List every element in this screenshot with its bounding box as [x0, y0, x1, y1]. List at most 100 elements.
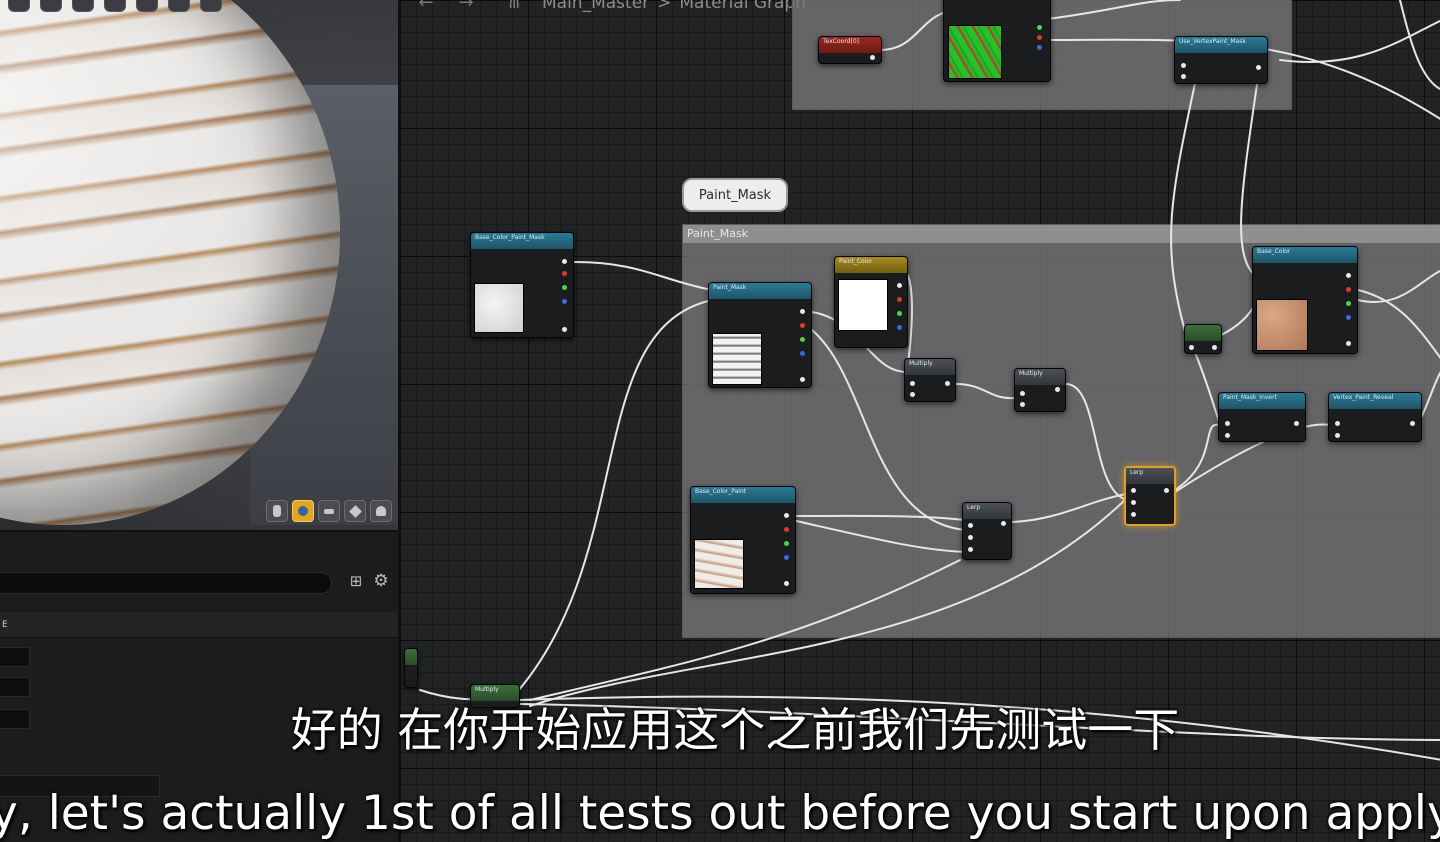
reroute-node[interactable] [404, 648, 418, 688]
forward-arrow-icon[interactable]: → [454, 0, 478, 12]
output-pin[interactable] [562, 327, 567, 332]
paint-mask-node[interactable]: Paint_Mask [708, 282, 812, 388]
output-pin[interactable] [784, 541, 789, 546]
input-pin[interactable] [1335, 433, 1340, 438]
vertex-paint-reveal-node[interactable]: Vertex_Paint_Reveal [1328, 392, 1422, 442]
input-pin[interactable] [1181, 63, 1186, 68]
viewport-tool-button[interactable] [104, 0, 126, 12]
multiply-node[interactable]: Multiply [1014, 368, 1066, 412]
output-pin[interactable] [784, 527, 789, 532]
node-title: Paint_Mask [709, 283, 811, 299]
details-field[interactable] [0, 647, 30, 667]
input-pin[interactable] [910, 381, 915, 386]
output-pin[interactable] [562, 285, 567, 290]
output-pin[interactable] [784, 555, 789, 560]
output-pin[interactable] [784, 513, 789, 518]
viewport-tool-button[interactable] [40, 0, 62, 12]
comment-bubble[interactable]: Paint_Mask [682, 178, 788, 212]
input-pin[interactable] [1020, 402, 1025, 407]
input-pin[interactable] [1225, 421, 1230, 426]
output-pin[interactable] [1037, 25, 1042, 30]
gear-icon[interactable]: ⚙ [372, 572, 390, 590]
input-pin[interactable] [1020, 391, 1025, 396]
breadcrumb-item[interactable]: Main_Master [542, 0, 649, 13]
cube-icon [348, 504, 362, 518]
output-pin[interactable] [1037, 35, 1042, 40]
output-pin[interactable] [897, 283, 902, 288]
plane-shape-button[interactable] [318, 500, 340, 522]
cube-shape-button[interactable] [344, 500, 366, 522]
details-field[interactable] [0, 677, 30, 697]
viewport-tool-button[interactable] [200, 0, 222, 12]
output-pin[interactable] [800, 337, 805, 342]
input-pin[interactable] [1131, 512, 1136, 517]
input-pin[interactable] [968, 547, 973, 552]
details-section-header[interactable]: E [0, 612, 398, 638]
input-pin[interactable] [910, 392, 915, 397]
output-pin[interactable] [562, 299, 567, 304]
cylinder-shape-button[interactable] [266, 500, 288, 522]
output-pin[interactable] [1346, 273, 1351, 278]
input-pin[interactable] [1131, 500, 1136, 505]
base-color-paint-node[interactable]: Base_Color_Paint [690, 486, 796, 594]
switch-node[interactable] [1184, 324, 1222, 354]
viewport-tool-button[interactable] [168, 0, 190, 12]
breadcrumb-item[interactable]: Material Graph [679, 0, 806, 13]
subtitle-english: y, let's actually 1st of all tests out b… [0, 786, 1440, 841]
output-pin[interactable] [1164, 488, 1169, 493]
output-pin[interactable] [1346, 287, 1351, 292]
output-pin[interactable] [897, 325, 902, 330]
lerp-node-selected[interactable]: Lerp [1124, 466, 1176, 526]
back-arrow-icon[interactable]: ← [414, 0, 438, 12]
subtitle-chinese: 好的 在你开始应用这个之前我们先测试一下 [290, 703, 1180, 757]
base-color-node[interactable]: Base_Color [1252, 246, 1358, 354]
grid-icon[interactable]: ⊞ [348, 573, 364, 589]
output-pin[interactable] [897, 297, 902, 302]
input-pin[interactable] [1131, 488, 1136, 493]
output-pin[interactable] [784, 581, 789, 586]
input-pin[interactable] [1335, 421, 1340, 426]
input-pin[interactable] [968, 535, 973, 540]
output-pin[interactable] [1256, 65, 1261, 70]
custom-mesh-button[interactable] [370, 500, 392, 522]
details-search-input[interactable] [0, 572, 332, 594]
output-pin[interactable] [800, 377, 805, 382]
viewport-tool-button[interactable] [72, 0, 94, 12]
output-pin[interactable] [1212, 345, 1217, 350]
viewport-tool-button[interactable] [136, 0, 158, 12]
input-pin[interactable] [968, 523, 973, 528]
output-pin[interactable] [1346, 301, 1351, 306]
output-pin[interactable] [945, 381, 950, 386]
use-vertex-paint-node[interactable]: Use_VertexPaint_Mask [1174, 36, 1268, 84]
material-preview-viewport[interactable] [0, 0, 398, 530]
texture-sample-node-top[interactable] [943, 0, 1051, 82]
output-pin[interactable] [1037, 45, 1042, 50]
paint-mask-invert-node[interactable]: Paint_Mask_Invert [1218, 392, 1306, 442]
output-pin[interactable] [1294, 421, 1299, 426]
comment-box-title[interactable]: Paint_Mask [683, 225, 1440, 243]
output-pin[interactable] [1001, 521, 1006, 526]
output-pin[interactable] [897, 311, 902, 316]
output-pin[interactable] [800, 351, 805, 356]
paint-color-node[interactable]: Paint_Color [834, 256, 908, 348]
multiply-node[interactable]: Multiply [904, 358, 956, 402]
output-pin[interactable] [562, 271, 567, 276]
input-pin[interactable] [1225, 433, 1230, 438]
input-pin[interactable] [1181, 74, 1186, 79]
texture-thumbnail [474, 283, 524, 333]
output-pin[interactable] [1346, 341, 1351, 346]
output-pin[interactable] [1346, 315, 1351, 320]
input-pin[interactable] [1189, 345, 1194, 350]
lerp-node[interactable]: Lerp [962, 502, 1012, 560]
base-paint-mask-node[interactable]: Base_Color_Paint_Mask [470, 232, 574, 338]
texcoord-node[interactable]: TexCoord[0] [818, 36, 882, 64]
viewport-tool-button[interactable] [8, 0, 30, 12]
sphere-shape-button[interactable] [292, 500, 314, 522]
output-pin[interactable] [870, 55, 875, 60]
output-pin[interactable] [800, 323, 805, 328]
output-pin[interactable] [562, 259, 567, 264]
node-title [405, 649, 417, 665]
output-pin[interactable] [1410, 421, 1415, 426]
output-pin[interactable] [1055, 387, 1060, 392]
output-pin[interactable] [800, 309, 805, 314]
